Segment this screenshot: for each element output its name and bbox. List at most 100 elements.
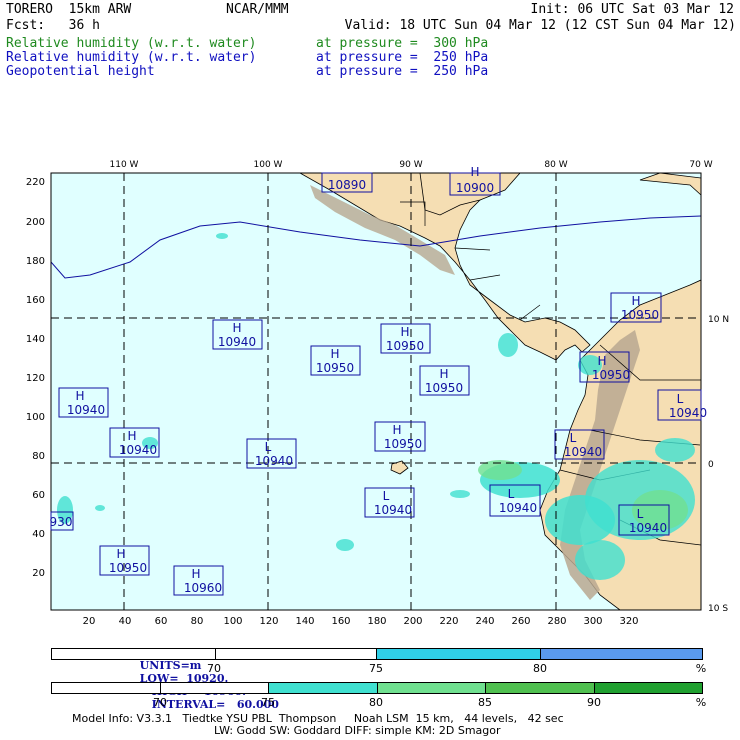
lon-label-70w: 70 W [689,160,712,170]
x-tick: 200 [403,616,422,627]
contours-interval: INTERVAL= 60.000 [151,698,279,711]
colorbar1-label: 80 [533,662,547,675]
center-box: 930 [50,511,74,531]
x-tick: 260 [511,616,530,627]
y-tick: 220 [26,177,45,188]
top-lon-labels: 110 W 100 W 90 W 80 W 70 W [110,160,713,170]
svg-text:930: 930 [50,515,73,529]
svg-text:10940: 10940 [119,443,157,457]
lon-label-100w: 100 W [254,160,283,170]
colorbar-segment [541,649,702,659]
svg-text:H: H [116,547,125,561]
svg-text:H: H [470,165,479,179]
svg-text:10950: 10950 [109,561,147,575]
svg-text:H: H [400,325,409,339]
svg-text:L: L [637,507,644,521]
svg-text:H: H [392,423,401,437]
colorbar-rh-300 [51,682,703,694]
x-tick: 240 [475,616,494,627]
x-tick: 180 [367,616,386,627]
model-physics: LW: Godd SW: Goddard DIFF: simple KM: 2D… [214,724,501,737]
y-tick: 140 [26,334,45,345]
svg-text:H: H [330,347,339,361]
svg-text:10960: 10960 [184,581,222,595]
colorbar-segment [52,683,161,693]
x-tick: 320 [619,616,638,627]
lat-label-10s: 10 S [708,604,728,614]
y-tick: 80 [32,451,45,462]
colorbar-segment [595,683,702,693]
x-tick: 160 [331,616,350,627]
colorbar-segment [161,683,269,693]
svg-text:H: H [191,567,200,581]
svg-text:10900: 10900 [456,181,494,195]
svg-text:10950: 10950 [386,339,424,353]
x-tick: 80 [191,616,204,627]
svg-text:L: L [677,392,684,406]
colorbar-segment [377,649,541,659]
y-tick: 120 [26,373,45,384]
svg-text:10950: 10950 [316,361,354,375]
svg-text:10950: 10950 [621,308,659,322]
colorbar1-unit: % [695,662,707,675]
colorbar2-label: 85 [478,696,492,709]
contours-units: UNITS=m [139,659,202,672]
lat-label-10n: 10 N [708,315,729,325]
x-tick: 120 [259,616,278,627]
colorbar2-unit: % [695,696,707,709]
svg-text:10940: 10940 [218,335,256,349]
svg-text:H: H [439,367,448,381]
y-tick: 60 [32,490,45,501]
svg-text:10950: 10950 [592,368,630,382]
y-tick: 40 [32,529,45,540]
colorbar2-label: 70 [153,696,167,709]
svg-text:L: L [265,440,272,454]
y-tick: 100 [26,412,45,423]
y-tick: 20 [32,568,45,579]
svg-text:L: L [508,487,515,501]
x-tick: 60 [155,616,168,627]
y-tick: 200 [26,217,45,228]
lon-label-110w: 110 W [110,160,139,170]
svg-text:10940: 10940 [255,454,293,468]
svg-text:10940: 10940 [669,406,707,420]
colorbar2-label: 75 [261,696,275,709]
svg-text:H: H [127,429,136,443]
svg-text:H: H [75,389,84,403]
y-tick: 180 [26,256,45,267]
svg-text:10940: 10940 [499,501,537,515]
colorbar2-label: 80 [369,696,383,709]
x-tick: 300 [583,616,602,627]
right-lat-labels: 10 N 0 10 S [708,315,729,614]
svg-text:10950: 10950 [384,437,422,451]
x-tick: 100 [223,616,242,627]
svg-text:10940: 10940 [629,521,667,535]
x-tick: 40 [119,616,132,627]
bottom-grid-labels: 20 40 60 80 100 120 140 160 180 200 220 … [83,616,639,627]
left-grid-labels: 220 200 180 160 140 120 100 80 60 40 20 [26,177,45,579]
colorbar1-label: 70 [207,662,221,675]
lat-label-0: 0 [708,460,714,470]
lon-label-90w: 90 W [399,160,422,170]
svg-text:L: L [570,431,577,445]
svg-text:10940: 10940 [67,403,105,417]
x-tick: 280 [547,616,566,627]
x-tick: 220 [439,616,458,627]
colorbar2-label: 90 [587,696,601,709]
colorbar-segment [52,649,216,659]
svg-text:10940: 10940 [564,445,602,459]
svg-text:10890: 10890 [328,178,366,192]
svg-text:H: H [631,294,640,308]
svg-text:H: H [232,321,241,335]
colorbar1-label: 75 [369,662,383,675]
colorbar-segment [269,683,378,693]
y-tick: 160 [26,295,45,306]
colorbar-segment [378,683,486,693]
colorbar-segment [216,649,377,659]
x-tick: 140 [295,616,314,627]
svg-text:L: L [383,489,390,503]
colorbar-rh-250 [51,648,703,660]
lon-label-80w: 80 W [544,160,567,170]
svg-text:10950: 10950 [425,381,463,395]
svg-text:10940: 10940 [374,503,412,517]
